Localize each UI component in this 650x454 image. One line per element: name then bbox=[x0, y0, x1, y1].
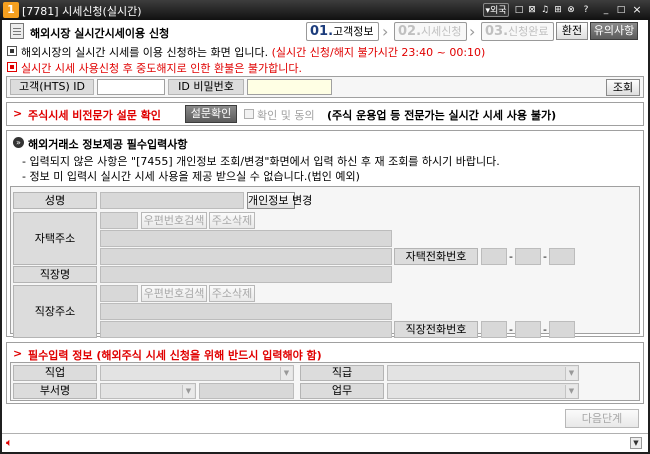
home-phone-2 bbox=[515, 248, 541, 265]
home-phone-label: 자택전화번호 bbox=[394, 248, 478, 265]
step-label: 신청완료 bbox=[508, 25, 549, 38]
chevron-down-icon: ▼ bbox=[280, 367, 292, 380]
grid-icon[interactable]: ⊞ bbox=[553, 3, 563, 17]
window-title: [7781] 시세신청(실시간) bbox=[22, 5, 142, 18]
phone-separator: - bbox=[543, 323, 547, 336]
duty-label: 업무 bbox=[300, 383, 384, 399]
help-icon[interactable]: ? bbox=[581, 3, 591, 17]
job-select[interactable]: ▼ bbox=[100, 365, 294, 381]
chevron-right-icon: › bbox=[469, 22, 476, 41]
dept-label: 부서명 bbox=[13, 383, 97, 399]
document-icon bbox=[10, 23, 24, 39]
chevron-right-icon: › bbox=[382, 22, 389, 41]
language-dropdown[interactable]: ▾외국 bbox=[483, 3, 509, 17]
sound-icon[interactable]: ♫ bbox=[540, 3, 550, 17]
work-phone-label: 직장전화번호 bbox=[394, 321, 478, 338]
name-label: 성명 bbox=[13, 192, 97, 209]
chevron-down-icon: ▼ bbox=[565, 367, 577, 380]
phone-separator: - bbox=[509, 323, 513, 336]
work-phone-3 bbox=[549, 321, 575, 338]
mandatory-title: 필수입력 정보 (해외주식 시세 신청을 위해 반드시 입력해야 함) bbox=[28, 349, 322, 362]
work-address-line-2 bbox=[100, 321, 392, 338]
notice-line-2: 실시간 시세 사용신청 후 중도해지로 인한 환불은 불가합니다. bbox=[21, 62, 302, 75]
account-label: 고객(HTS) ID bbox=[10, 79, 94, 95]
step-label: 시세신청 bbox=[421, 25, 462, 38]
change-personal-info-button[interactable]: 개인정보 변경 bbox=[247, 192, 312, 209]
work-phone-2 bbox=[515, 321, 541, 338]
exchange-button[interactable]: 환전 bbox=[556, 22, 588, 40]
home-address-line-1 bbox=[100, 230, 392, 247]
phone-separator: - bbox=[543, 250, 547, 263]
bullet-square-icon bbox=[7, 46, 17, 56]
work-postcode-input bbox=[100, 285, 138, 302]
chevron-down-icon: ▼ bbox=[565, 385, 577, 398]
agree-checkbox[interactable] bbox=[244, 109, 254, 119]
password-input[interactable] bbox=[247, 79, 332, 95]
next-step-button[interactable]: 다음단계 bbox=[565, 409, 639, 428]
work-address-label: 직장주소 bbox=[13, 285, 97, 338]
mandatory-arrow: > bbox=[13, 347, 23, 360]
chevron-down-icon[interactable]: ▼ bbox=[630, 437, 642, 449]
status-bar bbox=[2, 433, 648, 452]
home-address-line-2 bbox=[100, 248, 392, 265]
home-address-delete-button[interactable]: 주소삭제 bbox=[209, 212, 255, 229]
account-input[interactable] bbox=[97, 79, 165, 95]
survey-arrow: > bbox=[13, 107, 23, 120]
dept-input[interactable] bbox=[199, 383, 294, 399]
survey-confirm-button[interactable]: 설문확인 bbox=[185, 105, 237, 123]
job-label: 직업 bbox=[13, 365, 97, 381]
page-title: 해외시장 실시간시세이용 신청 bbox=[30, 27, 170, 40]
minimize-icon[interactable]: _ bbox=[600, 3, 612, 17]
required-title: 해외거래소 정보제공 필수입력사항 bbox=[28, 138, 188, 151]
work-address-delete-button[interactable]: 주소삭제 bbox=[209, 285, 255, 302]
rank-select[interactable]: ▼ bbox=[387, 365, 579, 381]
notice-line-1: 해외시장의 실시간 시세를 이용 신청하는 화면 입니다. (실시간 신청/해지… bbox=[21, 44, 485, 60]
company-input bbox=[100, 266, 392, 283]
work-phone-1 bbox=[481, 321, 507, 338]
step-number: 02. bbox=[398, 24, 422, 39]
notice-button[interactable]: 유의사항 bbox=[590, 22, 638, 40]
window-restore-icon[interactable]: □ bbox=[514, 3, 524, 17]
required-bullet-1: - 입력되지 않은 사항은 "[7455] 개인정보 조회/변경"화면에서 입력… bbox=[22, 155, 500, 168]
window-titlebar: 1 [7781] 시세신청(실시간) ▾외국 □ ⊠ ♫ ⊞ ⊗ ? _ □ × bbox=[0, 0, 650, 20]
step-complete: 03.신청완료 bbox=[481, 22, 554, 41]
duty-select[interactable]: ▼ bbox=[387, 383, 579, 399]
step-number: 01. bbox=[310, 24, 334, 39]
survey-note: (주식 운용업 등 전문가는 실시간 시세 사용 불가) bbox=[327, 109, 557, 122]
work-address-line-1 bbox=[100, 303, 392, 320]
home-postcode-search-button[interactable]: 우편번호검색 bbox=[141, 212, 207, 229]
step-quote-apply: 02.시세신청 bbox=[394, 22, 467, 41]
speaker-icon[interactable]: 🔈︎ bbox=[6, 436, 13, 450]
step-number: 03. bbox=[485, 24, 509, 39]
info-icon: » bbox=[13, 137, 24, 148]
home-address-label: 자택주소 bbox=[13, 212, 97, 265]
name-input bbox=[100, 192, 244, 209]
agree-label: 확인 및 동의 bbox=[257, 109, 315, 122]
app-icon: 1 bbox=[3, 2, 19, 18]
home-phone-3 bbox=[549, 248, 575, 265]
rank-label: 직급 bbox=[300, 365, 384, 381]
chevron-down-icon: ▼ bbox=[182, 385, 194, 398]
bullet-square-red-icon bbox=[7, 62, 17, 72]
window-link-icon[interactable]: ⊠ bbox=[527, 3, 537, 17]
notice-time-text: (실시간 신청/해지 불가시간 23:40 ~ 00:10) bbox=[271, 46, 486, 59]
settings-icon[interactable]: ⊗ bbox=[566, 3, 576, 17]
home-phone-1 bbox=[481, 248, 507, 265]
home-postcode-input bbox=[100, 212, 138, 229]
phone-separator: - bbox=[509, 250, 513, 263]
maximize-icon[interactable]: □ bbox=[615, 3, 627, 17]
survey-title: 주식시세 비전문가 설문 확인 bbox=[28, 109, 161, 122]
step-customer-info: 01.고객정보 bbox=[306, 22, 379, 41]
step-label: 고객정보 bbox=[333, 25, 374, 38]
required-bullet-2: - 정보 미 입력시 실시간 시세 사용을 제공 받으실 수 없습니다.(법인 … bbox=[22, 170, 360, 183]
company-label: 직장명 bbox=[13, 266, 97, 283]
password-label: ID 비밀번호 bbox=[168, 79, 244, 95]
notice-text: 해외시장의 실시간 시세를 이용 신청하는 화면 입니다. bbox=[21, 46, 269, 59]
query-button[interactable]: 조회 bbox=[606, 79, 640, 96]
work-postcode-search-button[interactable]: 우편번호검색 bbox=[141, 285, 207, 302]
dept-select[interactable]: ▼ bbox=[100, 383, 196, 399]
close-icon[interactable]: × bbox=[631, 3, 643, 17]
